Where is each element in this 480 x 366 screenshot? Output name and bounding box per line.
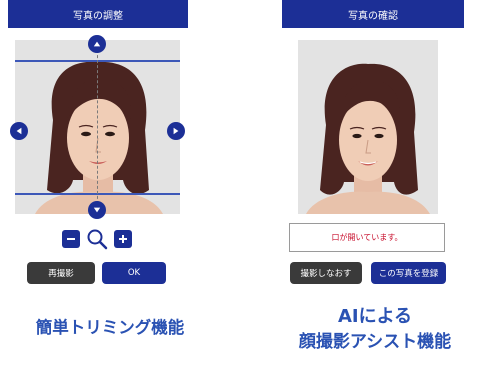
- adjust-photo-frame[interactable]: [15, 40, 180, 214]
- zoom-out-button[interactable]: [62, 230, 80, 248]
- retake-button-label: 再撮影: [48, 269, 74, 279]
- move-right-button[interactable]: [167, 122, 185, 140]
- arrow-left-icon: [16, 127, 22, 135]
- retake-button[interactable]: 再撮影: [27, 262, 95, 284]
- portrait-photo: [306, 63, 430, 214]
- retake-photo-button-label: 撮影しなおす: [300, 269, 352, 279]
- arrow-up-icon: [93, 41, 101, 47]
- detection-message: 口が開いています。: [331, 233, 403, 242]
- center-guide-line: [97, 40, 98, 214]
- detection-message-box: 口が開いています。: [289, 223, 445, 252]
- move-down-button[interactable]: [88, 201, 106, 219]
- confirm-header: 写真の確認: [282, 0, 464, 28]
- move-left-button[interactable]: [10, 122, 28, 140]
- adjust-header: 写真の調整: [8, 0, 188, 28]
- ai-feature-caption-line2: 顔撮影アシスト機能: [298, 332, 452, 352]
- ok-button[interactable]: OK: [102, 262, 166, 284]
- register-photo-button[interactable]: この写真を登録: [371, 262, 446, 284]
- confirm-photo-frame: [298, 40, 438, 214]
- zoom-in-icon: [119, 235, 127, 243]
- zoom-indicator: [86, 228, 108, 250]
- arrow-right-icon: [173, 127, 179, 135]
- register-photo-button-label: この写真を登録: [378, 269, 439, 279]
- trimming-feature-caption: 簡単トリミング機能: [35, 318, 185, 337]
- move-up-button[interactable]: [88, 35, 106, 53]
- confirm-header-title: 写真の確認: [348, 10, 398, 22]
- zoom-in-button[interactable]: [114, 230, 132, 248]
- ok-button-label: OK: [127, 268, 141, 278]
- retake-photo-button[interactable]: 撮影しなおす: [290, 262, 362, 284]
- ai-feature-caption-line1: AIによる: [337, 306, 413, 327]
- magnifier-icon: [87, 229, 108, 250]
- arrow-down-icon: [93, 207, 101, 213]
- adjust-header-title: 写真の調整: [73, 10, 123, 22]
- zoom-out-icon: [67, 238, 75, 240]
